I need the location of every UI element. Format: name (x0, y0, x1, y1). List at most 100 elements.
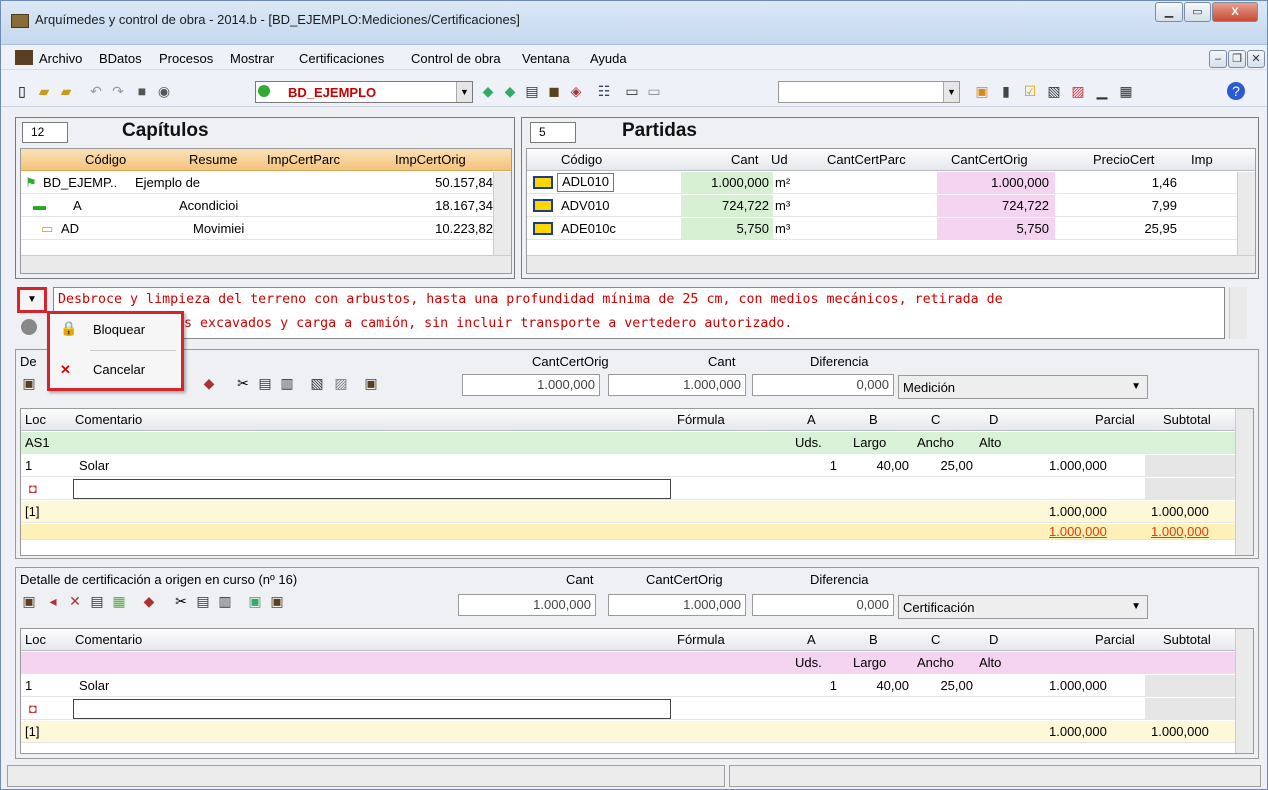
cert-copy-icon[interactable]: ▤ (88, 592, 106, 610)
cert-tool-icon[interactable]: ▣ (20, 592, 38, 610)
tool-icon-5[interactable]: ◈ (567, 82, 585, 100)
table-row[interactable]: ⚑ BD_EJEMP.. Ejemplo de 50.157,84 (21, 172, 495, 194)
comment-input[interactable] (73, 479, 671, 499)
col-impcertorig[interactable]: ImpCertOrig (395, 152, 466, 167)
book-icon[interactable]: ◆ (200, 374, 218, 392)
table-row[interactable]: [1] 1.000,000 1.000,000 (21, 721, 1235, 743)
col-a[interactable]: A (807, 632, 816, 647)
paste-icon[interactable]: ▥ (216, 592, 234, 610)
certificacion-diferencia-input[interactable]: 0,000 (752, 594, 894, 616)
comment-input[interactable] (73, 699, 671, 719)
description-vscroll[interactable] (1229, 287, 1247, 339)
menu-bdatos[interactable]: BDatos (99, 51, 142, 66)
new-file-icon[interactable]: ▯ (13, 82, 31, 100)
col-codigo[interactable]: Código (85, 152, 126, 167)
menu-item-bloquear[interactable]: Bloquear (93, 322, 145, 337)
cert-dwg-icon[interactable]: ▦ (110, 592, 128, 610)
tool-icon-4[interactable]: ◼ (545, 82, 563, 100)
table-row[interactable]: Uds. Largo Ancho Alto (21, 652, 1235, 674)
col-b[interactable]: B (869, 632, 878, 647)
table-row[interactable]: 1.000,000 1.000,000 (21, 524, 1235, 540)
mdi-minimize-button[interactable]: – (1209, 50, 1227, 68)
mdi-close-button[interactable]: ✕ (1247, 50, 1265, 68)
menu-certificaciones[interactable]: Certificaciones (299, 51, 384, 66)
tool-icon-7[interactable]: ▮ (997, 82, 1015, 100)
paste-special-icon[interactable]: ▧ (308, 374, 326, 392)
description-text[interactable]: Desbroce y limpieza del terreno con arbu… (53, 287, 1225, 339)
col-loc[interactable]: Loc (25, 632, 46, 647)
col-c[interactable]: C (931, 412, 940, 427)
col-preciocert[interactable]: PrecioCert (1093, 152, 1154, 167)
col-subtotal[interactable]: Subtotal (1163, 412, 1211, 427)
cert-book-icon[interactable]: ◆ (140, 592, 158, 610)
capitulos-vscroll[interactable] (493, 172, 511, 255)
medicion-cantcertorig-input[interactable]: 1.000,000 (462, 374, 600, 396)
tool-icon-1[interactable]: ◆ (479, 82, 497, 100)
menu-control-obra[interactable]: Control de obra (411, 51, 501, 66)
col-cantcertorig[interactable]: CantCertOrig (951, 152, 1028, 167)
col-b[interactable]: B (869, 412, 878, 427)
help-icon[interactable]: ? (1227, 82, 1245, 100)
menu-procesos[interactable]: Procesos (159, 51, 213, 66)
col-formula[interactable]: Fórmula (677, 632, 725, 647)
maximize-button[interactable]: ▭ (1184, 2, 1211, 22)
chevron-down-icon[interactable]: ▼ (943, 82, 959, 102)
expand-dropdown-button[interactable]: ▼ (17, 287, 47, 313)
col-codigo[interactable]: Código (561, 152, 602, 167)
insert-row-icon[interactable]: ◘ (29, 701, 37, 716)
menu-item-cancelar[interactable]: Cancelar (93, 362, 145, 377)
tool-icon-2[interactable]: ◆ (501, 82, 519, 100)
menu-ventana[interactable]: Ventana (522, 51, 570, 66)
copy-icon[interactable]: ▤ (256, 374, 274, 392)
menu-ayuda[interactable]: Ayuda (590, 51, 627, 66)
col-resume[interactable]: Resume (189, 152, 237, 167)
copy-icon[interactable]: ▤ (194, 592, 212, 610)
col-cant[interactable]: Cant (731, 152, 758, 167)
table-row[interactable]: AS1 Uds. Largo Ancho Alto (21, 432, 1235, 454)
col-parcial[interactable]: Parcial (1095, 412, 1135, 427)
database-combo[interactable]: BD_EJEMPLO ▼ (255, 81, 473, 103)
partidas-vscroll[interactable] (1237, 172, 1255, 255)
folder-export-icon[interactable]: ▰ (57, 82, 75, 100)
tool-icon-8[interactable]: ▧ (1045, 82, 1063, 100)
window-icon-1[interactable]: ▭ (623, 82, 641, 100)
cert-tool-icon-3[interactable]: ▣ (268, 592, 286, 610)
insert-row-icon[interactable]: ◘ (29, 481, 37, 496)
undo-icon[interactable]: ↶ (87, 82, 105, 100)
medicion-mode-select[interactable]: Medición ▼ (898, 375, 1148, 399)
medicion-diferencia-input[interactable]: 0,000 (752, 374, 894, 396)
col-a[interactable]: A (807, 412, 816, 427)
col-d[interactable]: D (989, 632, 998, 647)
medicion-tool-icon-2[interactable]: ▣ (362, 374, 380, 392)
cert-delete-icon[interactable]: ✕ (66, 592, 84, 610)
col-imp[interactable]: Imp (1191, 152, 1213, 167)
print-icon[interactable]: ◉ (155, 82, 173, 100)
cert-insert-icon[interactable]: ◂ (44, 592, 62, 610)
col-c[interactable]: C (931, 632, 940, 647)
col-cantcertparc[interactable]: CantCertParc (827, 152, 906, 167)
mdi-restore-button[interactable]: ❐ (1228, 50, 1246, 68)
paste-icon[interactable]: ▥ (278, 374, 296, 392)
col-comentario[interactable]: Comentario (75, 632, 142, 647)
table-row[interactable]: ADL010 1.000,000 m² 1.000,000 1,46 (527, 172, 1237, 194)
table-icon[interactable]: ▦ (1117, 82, 1135, 100)
medicion-vscroll[interactable] (1235, 409, 1253, 555)
menu-mostrar[interactable]: Mostrar (230, 51, 274, 66)
col-subtotal[interactable]: Subtotal (1163, 632, 1211, 647)
table-row[interactable]: [1] 1.000,000 1.000,000 (21, 501, 1235, 523)
table-row[interactable]: 1 Solar 1 40,00 25,00 1.000,000 (21, 455, 1235, 477)
certificacion-cant-input[interactable]: 1.000,000 (458, 594, 596, 616)
table-row[interactable]: 1 Solar 1 40,00 25,00 1.000,000 (21, 675, 1235, 697)
window-icon-2[interactable]: ▭ (645, 82, 663, 100)
table-row[interactable]: ◘ (21, 478, 1235, 500)
medicion-cant-input[interactable]: 1.000,000 (608, 374, 746, 396)
menu-archivo[interactable]: Archivo (39, 51, 82, 66)
certificacion-vscroll[interactable] (1235, 629, 1253, 753)
col-parcial[interactable]: Parcial (1095, 632, 1135, 647)
paste-disabled-icon[interactable]: ▨ (332, 374, 350, 392)
close-button[interactable]: X (1212, 2, 1258, 22)
table-row[interactable]: ▬ A Acondicioi 18.167,34 (21, 195, 495, 217)
col-comentario[interactable]: Comentario (75, 412, 142, 427)
col-d[interactable]: D (989, 412, 998, 427)
col-loc[interactable]: Loc (25, 412, 46, 427)
